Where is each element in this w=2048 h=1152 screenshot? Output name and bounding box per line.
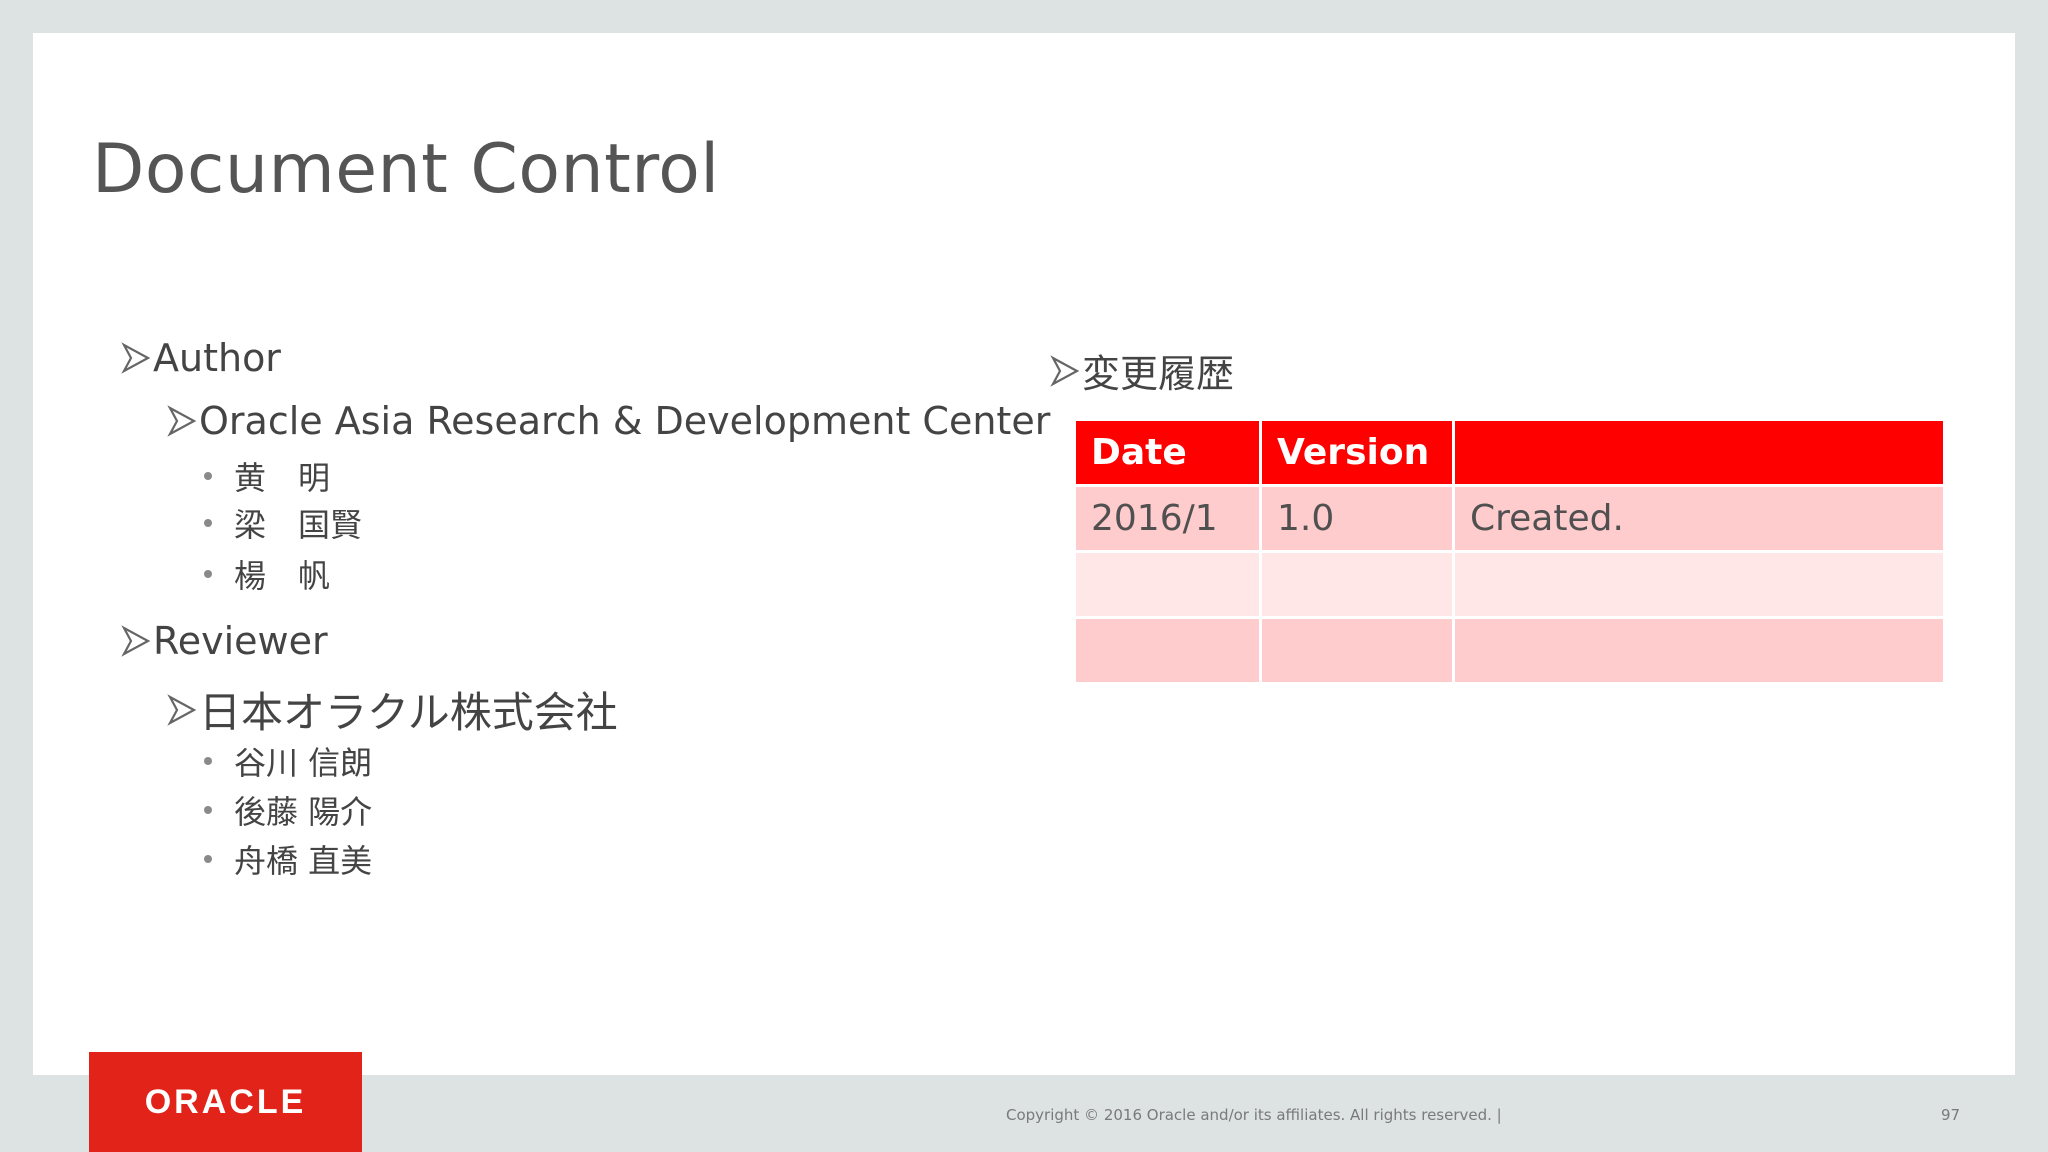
page-title: Document Control xyxy=(92,130,720,209)
dot-bullet-icon xyxy=(204,519,212,527)
history-table-wrap: Date Version 2016/1 1.0 Created. xyxy=(1073,418,1946,685)
column-header-date: Date xyxy=(1073,418,1262,487)
cell-notes xyxy=(1452,550,1946,619)
column-header-version: Version xyxy=(1259,418,1455,487)
table-row: 2016/1 1.0 Created. xyxy=(1073,484,1946,553)
cell-date xyxy=(1073,550,1262,619)
author-person: 楊 帆 xyxy=(234,557,331,595)
author-org: Oracle Asia Research & Development Cente… xyxy=(199,399,1051,443)
reviewer-person: 後藤 陽介 xyxy=(234,793,373,831)
history-heading-item: 変更履歴 xyxy=(1050,343,1234,398)
cell-notes: Created. xyxy=(1452,484,1946,553)
arrowhead-bullet-icon xyxy=(167,405,197,437)
cell-date xyxy=(1073,616,1262,685)
cell-version xyxy=(1259,550,1455,619)
cell-date: 2016/1 xyxy=(1073,484,1262,553)
author-org-item: Oracle Asia Research & Development Cente… xyxy=(167,399,1050,443)
author-heading: Author xyxy=(153,336,281,380)
cell-notes xyxy=(1452,616,1946,685)
copyright-notice: Copyright © 2016 Oracle and/or its affil… xyxy=(1006,1106,1502,1124)
dot-bullet-icon xyxy=(204,806,212,814)
reviewer-org-item: 日本オラクル株式会社 xyxy=(167,679,618,740)
arrowhead-bullet-icon xyxy=(1050,354,1080,387)
dot-bullet-icon xyxy=(204,757,212,765)
oracle-logo: ORACLE xyxy=(89,1052,362,1152)
author-person-item: 黄 明 xyxy=(204,453,330,499)
reviewer-person-item: 谷川 信朗 xyxy=(204,738,372,784)
history-table: Date Version 2016/1 1.0 Created. xyxy=(1073,418,1946,685)
reviewer-heading: Reviewer xyxy=(153,619,328,663)
cell-version: 1.0 xyxy=(1259,484,1455,553)
reviewer-org: 日本オラクル株式会社 xyxy=(199,688,618,737)
author-person-item: 楊 帆 xyxy=(204,551,330,597)
arrowhead-bullet-icon xyxy=(167,693,197,726)
dot-bullet-icon xyxy=(204,855,212,863)
table-row xyxy=(1073,616,1946,685)
dot-bullet-icon xyxy=(204,570,212,578)
reviewer-person: 舟橋 直美 xyxy=(234,842,373,880)
cell-version xyxy=(1259,616,1455,685)
page-number: 97 xyxy=(1941,1106,1961,1124)
column-header-notes xyxy=(1452,418,1946,487)
history-heading: 変更履歴 xyxy=(1082,352,1235,396)
author-person: 梁 国賢 xyxy=(234,506,363,544)
reviewer-person: 谷川 信朗 xyxy=(234,744,373,782)
dot-bullet-icon xyxy=(204,472,212,480)
author-heading-item: Author xyxy=(121,336,281,380)
author-person-item: 梁 国賢 xyxy=(204,500,362,546)
arrowhead-bullet-icon xyxy=(121,625,151,657)
table-header-row: Date Version xyxy=(1073,418,1946,487)
table-row xyxy=(1073,550,1946,619)
reviewer-person-item: 舟橋 直美 xyxy=(204,836,372,882)
author-person: 黄 明 xyxy=(234,459,331,497)
oracle-logo-text: ORACLE xyxy=(144,1082,307,1121)
reviewer-heading-item: Reviewer xyxy=(121,619,328,663)
arrowhead-bullet-icon xyxy=(121,342,151,374)
reviewer-person-item: 後藤 陽介 xyxy=(204,787,372,833)
